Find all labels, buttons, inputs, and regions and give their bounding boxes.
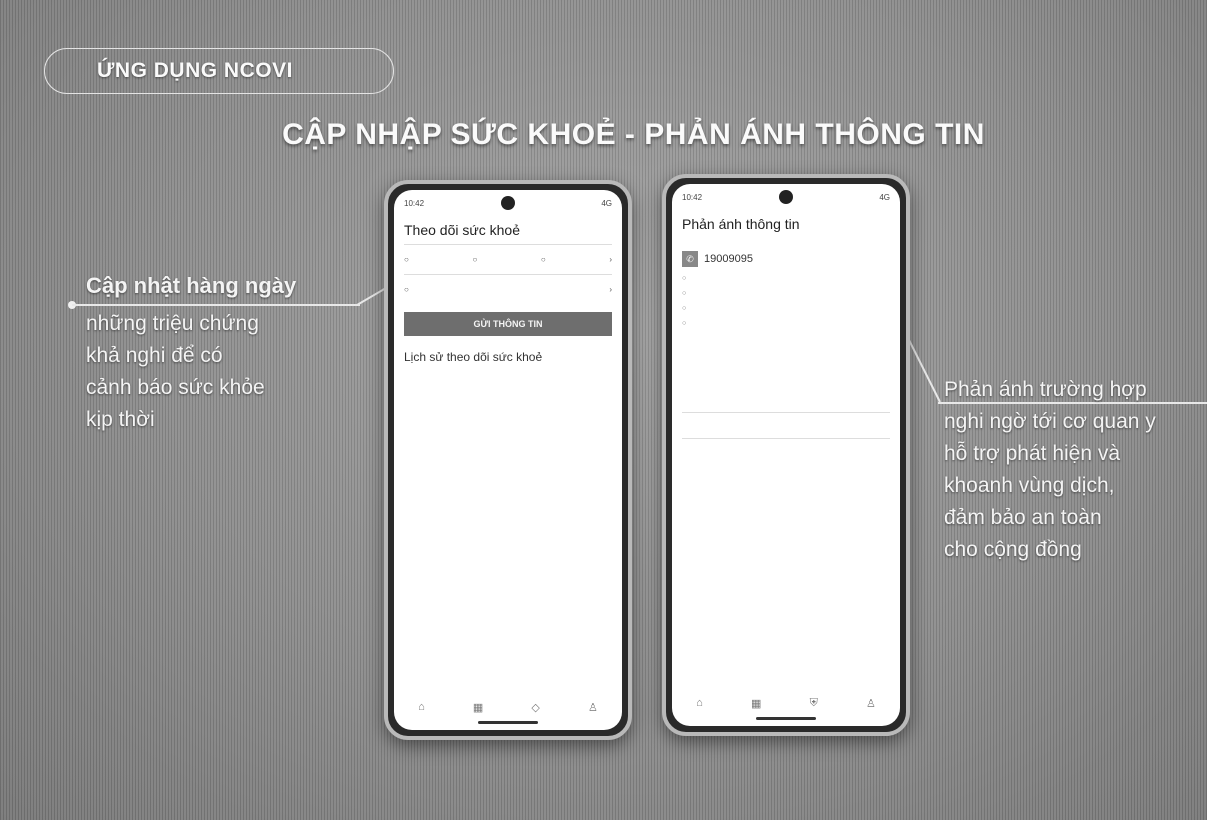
home-icon[interactable]: ⌂	[696, 697, 703, 710]
right-callout-line-1: Phản ánh trường hợp	[944, 378, 1147, 401]
map-icon[interactable]: ◇	[531, 701, 539, 714]
camera-icon	[501, 196, 515, 210]
page-title: CẬP NHẬP SỨC KHOẺ - PHẢN ÁNH THÔNG TIN	[282, 118, 985, 151]
divider	[404, 274, 612, 275]
left-callout-line-4: kịp thời	[86, 408, 155, 431]
form-field[interactable]	[672, 417, 900, 434]
left-callout-line-1: những triệu chứng	[86, 312, 259, 335]
hotline-number: 19009095	[704, 253, 753, 265]
home-indicator	[756, 717, 816, 720]
bottom-nav: ⌂ ▦ ⛨ ♙	[672, 697, 900, 710]
option-item[interactable]: ○	[672, 286, 900, 301]
divider	[404, 244, 612, 245]
phone-left: 10:42 4G Theo dõi sức khoẻ ○ ○ ○ › ○ › G…	[384, 180, 632, 740]
form-field[interactable]	[672, 443, 900, 460]
option-item[interactable]: ○	[672, 301, 900, 316]
divider	[682, 438, 890, 439]
shield-icon[interactable]: ⛨	[810, 697, 818, 710]
hotline-row[interactable]: ✆ 19009095	[672, 247, 900, 271]
person-icon[interactable]: ♙	[866, 697, 876, 710]
left-callout-line-2: khả nghi để có	[86, 344, 223, 367]
status-bar: 10:42 4G	[394, 190, 622, 216]
status-bar: 10:42 4G	[672, 184, 900, 210]
send-info-button[interactable]: GỬI THÔNG TIN	[404, 312, 612, 336]
app-tag: ỨNG DỤNG NCOVI	[44, 48, 394, 94]
home-icon[interactable]: ⌂	[418, 701, 425, 714]
symptom-icon: ○	[404, 285, 409, 294]
app-tag-label: ỨNG DỤNG NCOVI	[97, 59, 293, 82]
form-field[interactable]	[672, 391, 900, 408]
symptom-icon: ○	[540, 255, 546, 264]
phone-right-screen: 10:42 4G Phản ánh thông tin ✆ 19009095 ○…	[672, 184, 900, 726]
screen-title: Phản ánh thông tin	[682, 216, 800, 232]
screen-title: Theo dõi sức khoẻ	[404, 222, 520, 238]
placeholder-text	[672, 234, 900, 247]
grid-icon[interactable]: ▦	[473, 701, 483, 714]
right-callout: Phản ánh trường hợp nghi ngờ tới cơ quan…	[944, 374, 1156, 566]
status-time: 10:42	[404, 198, 425, 208]
symptom-icon: ○	[404, 255, 409, 264]
symptom-row[interactable]: ○ ○ ○ ›	[394, 249, 622, 270]
symptom-icon: ○	[472, 255, 478, 264]
grid-icon[interactable]: ▦	[751, 697, 761, 710]
status-signal: 4G	[879, 192, 890, 202]
chevron-right-icon: ›	[609, 285, 612, 294]
right-callout-line-3: hỗ trợ phát hiện và	[944, 442, 1121, 465]
right-callout-line-5: đảm bảo an toàn	[944, 506, 1102, 529]
phone-right: 10:42 4G Phản ánh thông tin ✆ 19009095 ○…	[662, 174, 910, 736]
status-time: 10:42	[682, 192, 703, 202]
history-title: Lịch sử theo dõi sức khoẻ	[404, 350, 543, 364]
phone-left-screen: 10:42 4G Theo dõi sức khoẻ ○ ○ ○ › ○ › G…	[394, 190, 622, 730]
right-callout-line-2: nghi ngờ tới cơ quan y	[944, 410, 1156, 433]
phone-icon: ✆	[682, 251, 698, 267]
option-item[interactable]: ○	[672, 316, 900, 331]
camera-icon	[779, 190, 793, 204]
status-signal: 4G	[601, 198, 612, 208]
home-indicator	[478, 721, 538, 724]
left-callout-highlight: Cập nhật hàng ngày	[86, 273, 297, 298]
symptom-row[interactable]: ○ ›	[394, 279, 622, 300]
right-callout-line-6: cho cộng đồng	[944, 538, 1082, 561]
left-callout-line-3: cảnh báo sức khỏe	[86, 376, 265, 399]
left-callout: Cập nhật hàng ngày những triệu chứng khả…	[86, 270, 296, 436]
divider	[682, 412, 890, 413]
bottom-nav: ⌂ ▦ ◇ ♙	[394, 701, 622, 714]
person-icon[interactable]: ♙	[588, 701, 598, 714]
chevron-right-icon: ›	[609, 255, 612, 264]
right-callout-line-4: khoanh vùng dịch,	[944, 474, 1115, 497]
option-item[interactable]: ○	[672, 271, 900, 286]
